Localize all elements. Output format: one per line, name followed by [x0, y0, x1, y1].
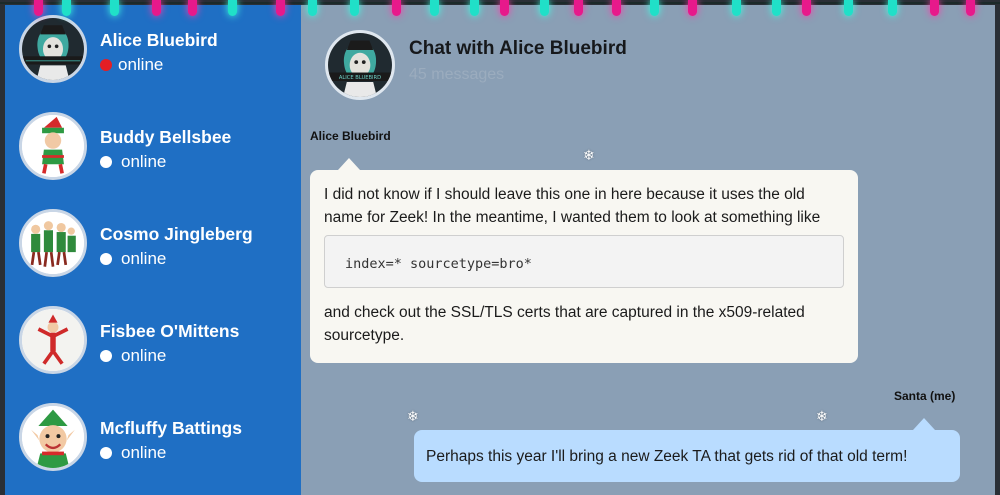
light-bulb [650, 0, 659, 16]
contact-name: Cosmo Jingleberg [100, 224, 253, 244]
light-bulb [470, 0, 479, 16]
contact-name: Alice Bluebird [100, 30, 218, 50]
chat-header: ALICE BLUEBIRD Chat with Alice Bluebird … [325, 30, 627, 100]
contact-cosmo-jingleberg[interactable]: Cosmo Jingleberg online [5, 199, 301, 296]
status-label: online [121, 443, 167, 462]
light-bulb [188, 0, 197, 16]
light-bulb [500, 0, 509, 16]
status-label: online [121, 249, 167, 268]
snowflake-icon: ❄ [407, 408, 419, 424]
status-dot [100, 447, 112, 459]
light-bulb [966, 0, 975, 16]
elf-group-avatar [19, 209, 87, 277]
status-dot [100, 59, 112, 71]
contact-name: Mcfluffy Battings [100, 418, 242, 438]
alice-bluebird-avatar [19, 15, 87, 83]
light-bulb [228, 0, 237, 16]
message-text: I did not know if I should leave this on… [324, 186, 821, 226]
chat-app: Alice Bluebird online Buddy Bellsbee onl… [5, 5, 995, 495]
message-text: and check out the SSL/TLS certs that are… [324, 304, 805, 344]
chat-title: Chat with Alice Bluebird [409, 38, 627, 59]
avatar-logo-text: ALICE BLUEBIRD [339, 75, 381, 81]
elf-avatar [19, 112, 87, 180]
status-label: online [121, 346, 167, 365]
status-dot [100, 350, 112, 362]
contact-status: online [100, 346, 239, 366]
light-bulb [308, 0, 317, 16]
contact-alice-bluebird[interactable]: Alice Bluebird online [5, 5, 301, 102]
outgoing-message-bubble: Perhaps this year I'll bring a new Zeek … [414, 418, 960, 482]
light-bulb [152, 0, 161, 16]
message-sender: Alice Bluebird [310, 129, 391, 143]
contact-status: online [100, 443, 242, 463]
contact-sidebar: Alice Bluebird online Buddy Bellsbee onl… [5, 5, 301, 495]
status-dot [100, 156, 112, 168]
contact-status: online [100, 249, 253, 269]
light-bulb [430, 0, 439, 16]
contact-buddy-bellsbee[interactable]: Buddy Bellsbee online [5, 102, 301, 199]
light-bulb [888, 0, 897, 16]
snowflake-icon: ❄ [816, 408, 828, 424]
status-dot [100, 253, 112, 265]
light-bulb [392, 0, 401, 16]
message-sender: Santa (me) [894, 389, 956, 403]
snowflake-icon: ❄ [583, 147, 595, 163]
light-bulb [772, 0, 781, 16]
status-label: online [118, 55, 164, 74]
light-bulb [844, 0, 853, 16]
light-bulb [540, 0, 549, 16]
alice-bluebird-avatar: ALICE BLUEBIRD [325, 30, 395, 100]
light-bulb [62, 0, 71, 16]
light-bulb [802, 0, 811, 16]
light-bulb [930, 0, 939, 16]
code-block: index=* sourcetype=bro* [324, 235, 844, 288]
holiday-lights-strand [0, 0, 1000, 16]
contact-name: Buddy Bellsbee [100, 127, 232, 147]
contact-name: Fisbee O'Mittens [100, 321, 240, 341]
elf-face-avatar [19, 403, 87, 471]
light-bulb [110, 0, 119, 16]
light-bulb [276, 0, 285, 16]
elf-toy-avatar [19, 306, 87, 374]
light-bulb [732, 0, 741, 16]
light-bulb [350, 0, 359, 16]
light-bulb [612, 0, 621, 16]
light-bulb [688, 0, 697, 16]
message-text: Perhaps this year I'll bring a new Zeek … [426, 448, 908, 465]
status-label: online [121, 152, 167, 171]
contact-status: online [100, 152, 231, 172]
contact-mcfluffy-battings[interactable]: Mcfluffy Battings online [5, 393, 301, 490]
contact-fisbee-omittens[interactable]: Fisbee O'Mittens online [5, 296, 301, 393]
light-bulb [574, 0, 583, 16]
chat-panel: ALICE BLUEBIRD Chat with Alice Bluebird … [301, 5, 995, 495]
incoming-message-bubble: I did not know if I should leave this on… [310, 158, 858, 363]
contact-status: online [100, 55, 218, 75]
light-bulb [34, 0, 43, 16]
message-count: 45 messages [409, 66, 505, 83]
